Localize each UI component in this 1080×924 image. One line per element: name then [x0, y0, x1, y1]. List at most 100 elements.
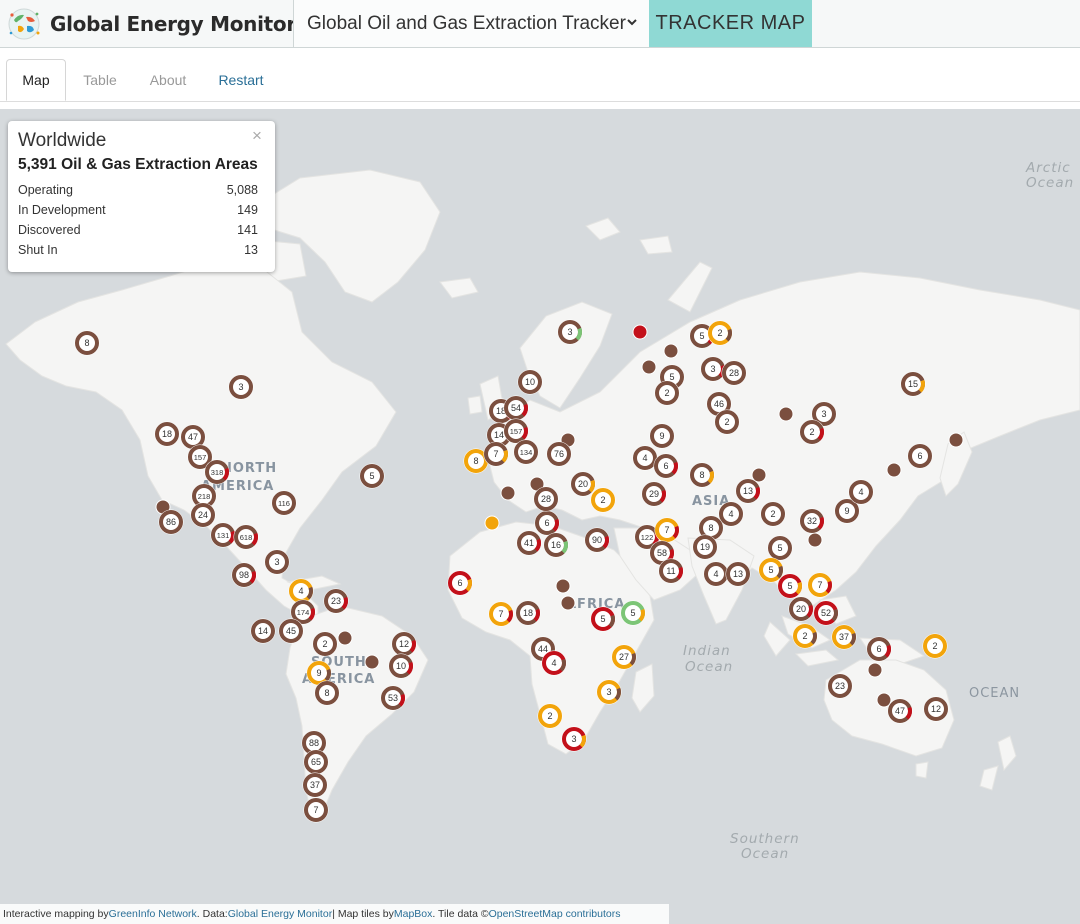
cluster-marker[interactable]: 45 — [278, 618, 304, 644]
brand[interactable]: Global Energy Monitor — [6, 5, 296, 43]
single-site-marker[interactable] — [751, 467, 767, 483]
single-site-marker[interactable] — [484, 515, 500, 531]
single-site-marker[interactable] — [555, 578, 571, 594]
single-site-marker[interactable] — [500, 485, 516, 501]
cluster-marker[interactable]: 2 — [714, 409, 740, 435]
ocean-label-pacific: OCEAN — [969, 686, 1020, 701]
tab-map[interactable]: Map — [6, 59, 66, 101]
osm-link[interactable]: OpenStreetMap contributors — [489, 908, 621, 920]
cluster-count: 2 — [932, 641, 937, 651]
cluster-marker[interactable]: 116 — [271, 490, 297, 516]
cluster-marker[interactable]: 28 — [533, 486, 559, 512]
cluster-marker[interactable]: 10 — [517, 369, 543, 395]
single-site-marker[interactable] — [641, 359, 657, 375]
stat-row-in-development: In Development 149 — [18, 203, 258, 217]
single-site-marker[interactable] — [632, 324, 648, 340]
cluster-marker[interactable]: 18 — [154, 421, 180, 447]
single-site-marker[interactable] — [364, 654, 380, 670]
greeninfo-link[interactable]: GreenInfo Network — [109, 908, 197, 920]
cluster-count: 16 — [551, 540, 561, 550]
single-site-marker[interactable] — [337, 630, 353, 646]
cluster-marker[interactable]: 9 — [649, 423, 675, 449]
cluster-marker[interactable]: 14 — [250, 618, 276, 644]
cluster-marker[interactable]: 76 — [546, 441, 572, 467]
cluster-marker[interactable]: 28 — [721, 360, 747, 386]
cluster-count: 3 — [606, 687, 611, 697]
cluster-marker[interactable]: 7 — [303, 797, 329, 823]
stat-label: Shut In — [18, 243, 58, 257]
cluster-count: 28 — [729, 368, 739, 378]
cluster-marker[interactable]: 37 — [302, 772, 328, 798]
cluster-marker[interactable]: 2 — [760, 501, 786, 527]
cluster-count: 8 — [473, 456, 478, 466]
cluster-count: 90 — [592, 535, 602, 545]
cluster-marker[interactable]: 3 — [264, 549, 290, 575]
single-site-marker[interactable] — [867, 662, 883, 678]
cluster-marker[interactable]: 4 — [848, 479, 874, 505]
stat-label: In Development — [18, 203, 106, 217]
cluster-marker[interactable]: 19 — [692, 534, 718, 560]
cluster-count: 6 — [544, 518, 549, 528]
cluster-marker[interactable]: 24 — [190, 502, 216, 528]
cluster-count: 174 — [297, 608, 310, 617]
single-site-marker[interactable] — [807, 532, 823, 548]
tab-restart[interactable]: Restart — [214, 59, 268, 100]
cluster-count: 29 — [649, 489, 659, 499]
cluster-marker[interactable]: 4 — [703, 561, 729, 587]
cluster-count: 88 — [309, 738, 319, 748]
cluster-count: 3 — [571, 734, 576, 744]
tab-table[interactable]: Table — [79, 59, 121, 100]
cluster-marker[interactable]: 6 — [907, 443, 933, 469]
cluster-count: 8 — [708, 523, 713, 533]
cluster-marker[interactable]: 13 — [725, 561, 751, 587]
cluster-count: 7 — [498, 609, 503, 619]
single-site-marker[interactable] — [663, 343, 679, 359]
cluster-marker[interactable]: 65 — [303, 749, 329, 775]
cluster-count: 4 — [551, 658, 556, 668]
cluster-marker[interactable]: 23 — [827, 673, 853, 699]
single-site-marker[interactable] — [886, 462, 902, 478]
cluster-count: 47 — [188, 432, 198, 442]
tab-about[interactable]: About — [145, 59, 191, 100]
cluster-count: 116 — [278, 499, 290, 508]
single-site-marker[interactable] — [948, 432, 964, 448]
cluster-count: 2 — [770, 509, 775, 519]
cluster-count: 3 — [238, 382, 243, 392]
cluster-marker[interactable]: 8 — [314, 680, 340, 706]
cluster-count: 131 — [217, 531, 230, 540]
cluster-marker[interactable]: 12 — [923, 696, 949, 722]
ocean-label-arctic: Arctic — [1025, 160, 1071, 176]
cluster-marker[interactable]: 8 — [74, 330, 100, 356]
single-site-marker[interactable] — [560, 595, 576, 611]
cluster-count: 41 — [524, 538, 534, 548]
cluster-count: 5 — [777, 543, 782, 553]
cluster-count: 6 — [663, 461, 668, 471]
cluster-marker[interactable]: 2 — [922, 633, 948, 659]
gem-link[interactable]: Global Energy Monitor — [228, 908, 332, 920]
cluster-marker[interactable]: 5 — [767, 535, 793, 561]
cluster-marker[interactable]: 2 — [537, 703, 563, 729]
ocean-label-arctic-2: Ocean — [1026, 175, 1074, 191]
cluster-count: 134 — [520, 448, 533, 457]
single-site-marker[interactable] — [778, 406, 794, 422]
cluster-marker[interactable]: 5 — [359, 463, 385, 489]
mapbox-link[interactable]: MapBox — [394, 908, 433, 920]
cluster-count: 7 — [493, 449, 498, 459]
stat-label: Operating — [18, 183, 73, 197]
cluster-marker[interactable]: 2 — [590, 487, 616, 513]
tracker-map-button[interactable]: TRACKER MAP — [649, 0, 812, 47]
chevron-down-icon — [627, 19, 637, 26]
stat-row-discovered: Discovered 141 — [18, 223, 258, 237]
cluster-marker[interactable]: 86 — [158, 509, 184, 535]
cluster-marker[interactable]: 2 — [654, 380, 680, 406]
cluster-marker[interactable]: 2 — [312, 631, 338, 657]
cluster-count: 2 — [802, 631, 807, 641]
cluster-count: 14 — [494, 430, 504, 440]
single-site-marker[interactable] — [876, 692, 892, 708]
cluster-marker[interactable]: 3 — [228, 374, 254, 400]
close-icon[interactable]: × — [252, 126, 262, 146]
cluster-marker[interactable]: 134 — [513, 439, 539, 465]
tracker-select-value: Global Oil and Gas Extraction Tracker — [307, 12, 626, 34]
stat-value: 149 — [237, 203, 258, 217]
tracker-select[interactable]: Global Oil and Gas Extraction Tracker — [293, 0, 650, 47]
